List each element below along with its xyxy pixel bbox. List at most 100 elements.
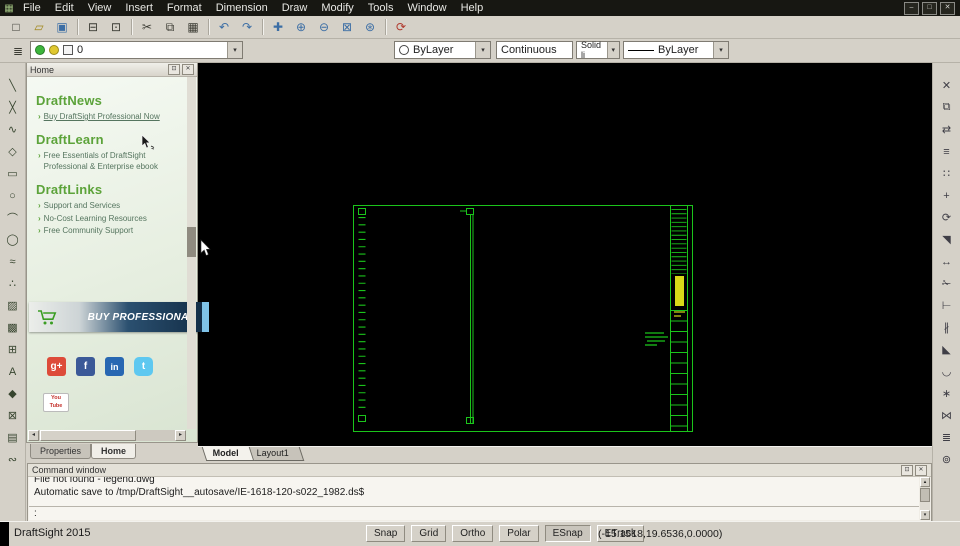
- rectangle-tool-icon[interactable]: ▭: [3, 165, 23, 182]
- line-tool-icon[interactable]: ╲: [3, 77, 23, 94]
- google-plus-icon[interactable]: g+: [47, 357, 66, 376]
- twitter-icon[interactable]: t: [134, 357, 153, 376]
- home-vertical-scrollbar[interactable]: [187, 77, 196, 429]
- close-icon[interactable]: ✕: [915, 464, 927, 476]
- no-cost-learning-link[interactable]: › No-Cost Learning Resources: [38, 214, 184, 224]
- pattern-tool-icon[interactable]: ∷: [937, 165, 957, 182]
- chevron-down-icon[interactable]: ▾: [713, 42, 728, 58]
- scrollbar-thumb[interactable]: [920, 488, 930, 502]
- region-tool-icon[interactable]: ▩: [3, 319, 23, 336]
- erase-tool-icon[interactable]: ✕: [937, 77, 957, 94]
- polar-toggle[interactable]: Polar: [499, 525, 539, 542]
- tab-home[interactable]: Home: [91, 444, 137, 459]
- arc-tool-icon[interactable]: ⌒: [3, 209, 23, 226]
- rebuild-icon[interactable]: ⟳: [390, 17, 412, 37]
- menu-file[interactable]: File: [16, 0, 48, 16]
- save-icon[interactable]: ▣: [51, 17, 73, 37]
- layer-combo[interactable]: 0 ▾: [30, 41, 243, 59]
- menu-dimension[interactable]: Dimension: [209, 0, 275, 16]
- trim-tool-icon[interactable]: ✁: [937, 275, 957, 292]
- line-style-combo[interactable]: Continuous: [496, 41, 573, 59]
- zoom-out-icon[interactable]: ⊖: [313, 17, 335, 37]
- snap-toggle[interactable]: Snap: [366, 525, 406, 542]
- scroll-left-icon[interactable]: ◂: [28, 430, 39, 441]
- polyline-tool-icon[interactable]: ∿: [3, 121, 23, 138]
- chevron-down-icon[interactable]: ▾: [475, 42, 490, 58]
- insert-block-tool-icon[interactable]: ⊠: [3, 407, 23, 424]
- scroll-right-icon[interactable]: ▸: [175, 430, 186, 441]
- menu-help[interactable]: Help: [454, 0, 491, 16]
- extend-tool-icon[interactable]: ⊢: [937, 297, 957, 314]
- command-input[interactable]: :: [29, 506, 919, 520]
- ellipse-tool-icon[interactable]: ◯: [3, 231, 23, 248]
- command-window-titlebar[interactable]: Command window ⊡ ✕: [28, 464, 931, 477]
- drawing-canvas[interactable]: [198, 62, 932, 446]
- note-tool-icon[interactable]: A: [3, 363, 23, 380]
- infinite-line-tool-icon[interactable]: ╳: [3, 99, 23, 116]
- polygon-tool-icon[interactable]: ◇: [3, 143, 23, 160]
- youtube-icon[interactable]: You Tube: [43, 393, 69, 412]
- explode-tool-icon[interactable]: ∗: [937, 385, 957, 402]
- line-weight-combo[interactable]: Solid li ▾: [576, 40, 620, 60]
- zoom-fit-icon[interactable]: ⊛: [359, 17, 381, 37]
- grid-toggle[interactable]: Grid: [411, 525, 447, 542]
- properties-tool-icon[interactable]: ≣: [937, 429, 957, 446]
- scrollbar-thumb[interactable]: [187, 227, 196, 257]
- pin-icon[interactable]: ⊡: [168, 64, 180, 75]
- table-tool-icon[interactable]: ⊞: [3, 341, 23, 358]
- move-tool-icon[interactable]: +: [937, 187, 957, 204]
- attach-image-tool-icon[interactable]: ▤: [3, 429, 23, 446]
- community-support-link[interactable]: › Free Community Support: [38, 226, 184, 236]
- stretch-tool-icon[interactable]: ↔: [937, 253, 957, 270]
- esnap-toggle[interactable]: ESnap: [544, 525, 591, 542]
- line-color-combo[interactable]: ByLayer ▾: [394, 41, 491, 59]
- chevron-down-icon[interactable]: ▾: [227, 42, 242, 58]
- pan-icon[interactable]: ✚: [267, 17, 289, 37]
- close-icon[interactable]: ✕: [182, 64, 194, 75]
- point-tool-icon[interactable]: ∴: [3, 275, 23, 292]
- menu-tools[interactable]: Tools: [361, 0, 401, 16]
- offset-tool-icon[interactable]: ≡: [937, 143, 957, 160]
- menu-edit[interactable]: Edit: [48, 0, 81, 16]
- command-history[interactable]: File not found - legend.dwg Automatic sa…: [29, 477, 919, 507]
- line-pattern-combo[interactable]: ByLayer ▾: [623, 41, 729, 59]
- spline-tool-icon[interactable]: ≈: [3, 253, 23, 270]
- open-icon[interactable]: ▱: [28, 17, 50, 37]
- print-icon[interactable]: ⊟: [82, 17, 104, 37]
- scroll-up-icon[interactable]: ▴: [920, 477, 930, 487]
- tab-layout1[interactable]: Layout1: [245, 447, 305, 461]
- facebook-icon[interactable]: f: [76, 357, 95, 376]
- buy-professional-link[interactable]: › Buy DraftSight Professional Now: [38, 112, 184, 122]
- community-support-link-label[interactable]: Free Community Support: [44, 226, 133, 236]
- zoom-window-icon[interactable]: ⊠: [336, 17, 358, 37]
- menu-insert[interactable]: Insert: [118, 0, 160, 16]
- menu-format[interactable]: Format: [160, 0, 209, 16]
- mirror-tool-icon[interactable]: ⇄: [937, 121, 957, 138]
- linkedin-icon[interactable]: in: [105, 357, 124, 376]
- revision-cloud-tool-icon[interactable]: ∾: [3, 451, 23, 468]
- maximize-button[interactable]: □: [922, 1, 937, 15]
- close-button[interactable]: ✕: [940, 1, 955, 15]
- print-preview-icon[interactable]: ⊡: [105, 17, 127, 37]
- hatch-tool-icon[interactable]: ▨: [3, 297, 23, 314]
- circle-tool-icon[interactable]: ○: [3, 187, 23, 204]
- break-tool-icon[interactable]: ∦: [937, 319, 957, 336]
- support-services-link-label[interactable]: Support and Services: [44, 201, 121, 211]
- join-tool-icon[interactable]: ⋈: [937, 407, 957, 424]
- free-essentials-link-label[interactable]: Free Essentials of DraftSight Profession…: [44, 151, 184, 172]
- home-horizontal-scrollbar[interactable]: ◂ ▸: [28, 430, 186, 441]
- scroll-down-icon[interactable]: ▾: [920, 510, 930, 520]
- chevron-down-icon[interactable]: ▾: [606, 42, 619, 58]
- undo-icon[interactable]: ↶: [213, 17, 235, 37]
- zoom-in-icon[interactable]: ⊕: [290, 17, 312, 37]
- command-scrollbar[interactable]: ▴ ▾: [920, 477, 930, 520]
- buy-professional-link-label[interactable]: Buy DraftSight Professional Now: [44, 112, 160, 122]
- menu-draw[interactable]: Draw: [275, 0, 315, 16]
- scrollbar-thumb[interactable]: [40, 430, 136, 441]
- block-tool-icon[interactable]: ◆: [3, 385, 23, 402]
- copy-icon[interactable]: ⧉: [159, 17, 181, 37]
- chamfer-tool-icon[interactable]: ◣: [937, 341, 957, 358]
- menu-view[interactable]: View: [81, 0, 119, 16]
- ortho-toggle[interactable]: Ortho: [452, 525, 494, 542]
- tab-model[interactable]: Model: [201, 447, 255, 461]
